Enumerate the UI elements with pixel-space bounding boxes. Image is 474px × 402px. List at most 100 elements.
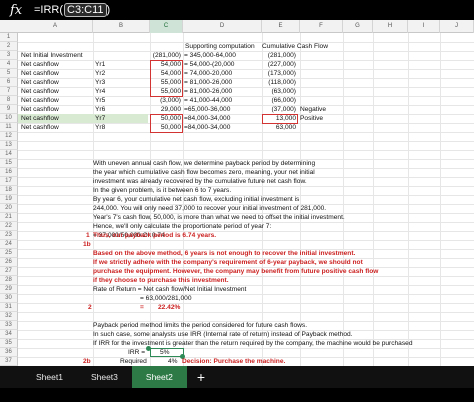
row-header-8[interactable]: 8 xyxy=(0,96,18,105)
row-header-33[interactable]: 33 xyxy=(0,321,18,330)
cell-a: Net cashflow xyxy=(21,61,59,68)
row-header-5[interactable]: 5 xyxy=(0,69,18,78)
cell-d: = 345,000-64,000 xyxy=(184,52,236,59)
function-icon: fx xyxy=(10,2,23,18)
row-header-6[interactable]: 6 xyxy=(0,78,18,87)
cell-a: Net cashflow xyxy=(21,79,59,86)
row-header-3[interactable]: 3 xyxy=(0,51,18,60)
column-header-j[interactable]: J xyxy=(440,20,474,33)
cell-d: =84,000-34,000 xyxy=(184,115,231,122)
row-header-27[interactable]: 27 xyxy=(0,267,18,276)
row-header-28[interactable]: 28 xyxy=(0,276,18,285)
cell-c: 29,000 xyxy=(160,106,181,113)
formula-suffix: ) xyxy=(106,4,111,16)
answer-1b-line: if they choose to purchase this investme… xyxy=(93,277,229,284)
cell-d: = 81,000-26,000 xyxy=(184,88,233,95)
answer-2b-number: 2b xyxy=(83,358,91,365)
row-header-37[interactable]: 37 xyxy=(0,357,18,366)
answer-1-number: 1 xyxy=(86,232,90,239)
irr-value: 5% xyxy=(160,349,170,356)
column-header-e[interactable]: E xyxy=(262,20,300,33)
gridline xyxy=(18,123,474,124)
formula-input[interactable]: =IRR( C3:C11 ) xyxy=(30,3,110,17)
row-header-15[interactable]: 15 xyxy=(0,159,18,168)
row-header-35[interactable]: 35 xyxy=(0,339,18,348)
row-header-21[interactable]: 21 xyxy=(0,213,18,222)
gridline xyxy=(18,303,474,304)
cell-e: (281,000) xyxy=(267,52,296,59)
answer-2-value: 22.42% xyxy=(158,304,181,311)
row-header-26[interactable]: 26 xyxy=(0,258,18,267)
row-header-7[interactable]: 7 xyxy=(0,87,18,96)
gridline xyxy=(343,33,344,366)
cell-b: Yr1 xyxy=(95,61,106,68)
cell-e: 63,000 xyxy=(275,124,296,131)
explanation-line: With uneven annual cash flow, we determi… xyxy=(93,160,316,167)
decision-text: Decision: Purchase the machine. xyxy=(182,358,286,365)
gridline xyxy=(18,51,474,52)
row-header-20[interactable]: 20 xyxy=(0,204,18,213)
cell-e: 13,000 xyxy=(275,115,296,122)
row-header-9[interactable]: 9 xyxy=(0,105,18,114)
column-header-i[interactable]: I xyxy=(408,20,440,33)
column-header-f[interactable]: F xyxy=(300,20,343,33)
row-header-31[interactable]: 31 xyxy=(0,303,18,312)
irr-label: IRR = xyxy=(128,349,146,356)
irr-text-line: Payback period method limits the period … xyxy=(93,322,308,329)
row-header-16[interactable]: 16 xyxy=(0,168,18,177)
row-header-11[interactable]: 11 xyxy=(0,123,18,132)
row-header-29[interactable]: 29 xyxy=(0,285,18,294)
row-header-14[interactable]: 14 xyxy=(0,150,18,159)
row-header-13[interactable]: 13 xyxy=(0,141,18,150)
row-header-22[interactable]: 22 xyxy=(0,222,18,231)
row-header-23[interactable]: 23 xyxy=(0,231,18,240)
gridline xyxy=(18,348,474,349)
cell-e: (173,000) xyxy=(267,70,296,77)
cell-c: 54,000 xyxy=(160,70,181,77)
cell-a: Net Initial Investment xyxy=(21,52,83,59)
row-header-1[interactable]: 1 xyxy=(0,33,18,42)
row-header-25[interactable]: 25 xyxy=(0,249,18,258)
cell-a: Net cashflow xyxy=(21,70,59,77)
gridline xyxy=(18,132,474,133)
formula-bar[interactable]: fx =IRR( C3:C11 ) xyxy=(0,0,474,20)
row-header-17[interactable]: 17 xyxy=(0,177,18,186)
row-header-10[interactable]: 10 xyxy=(0,114,18,123)
gridline xyxy=(373,33,374,366)
row-header-19[interactable]: 19 xyxy=(0,195,18,204)
ror-formula: Rate of Return = Net cash flow/Net Initi… xyxy=(93,286,247,293)
sheet-tab-sheet3[interactable]: Sheet3 xyxy=(77,366,132,388)
spreadsheet-grid[interactable]: ABCDEFGHIJ 1 2 3 4 5 6 7 8 9 10 11 12 13 14 15 16 17 18 19… xyxy=(0,20,474,366)
required-label: Required xyxy=(120,358,147,365)
cell-e: (37,000) xyxy=(271,106,296,113)
formula-range-ref[interactable]: C3:C11 xyxy=(64,3,107,17)
supporting-computation-header: Supporting computation xyxy=(185,43,255,50)
row-header-30[interactable]: 30 xyxy=(0,294,18,303)
row-header-18[interactable]: 18 xyxy=(0,186,18,195)
column-header-b[interactable]: B xyxy=(93,20,150,33)
add-sheet-button[interactable]: + xyxy=(187,366,215,388)
row-header-32[interactable]: 32 xyxy=(0,312,18,321)
gridline xyxy=(18,96,474,97)
irr-text-line: In such case, some analysts use IRR (Int… xyxy=(93,331,353,338)
row-header-12[interactable]: 12 xyxy=(0,132,18,141)
cell-a: Net cashflow xyxy=(21,124,59,131)
row-header-4[interactable]: 4 xyxy=(0,60,18,69)
cell-d: = 41,000-44,000 xyxy=(184,97,233,104)
column-header-g[interactable]: G xyxy=(343,20,373,33)
column-header-a[interactable]: A xyxy=(18,20,93,33)
row-header-36[interactable]: 36 xyxy=(0,348,18,357)
row-header-34[interactable]: 34 xyxy=(0,330,18,339)
answer-1b-line: If we strictly adhere with the company's… xyxy=(93,259,363,266)
column-header-d[interactable]: D xyxy=(183,20,262,33)
answer-1-text: Thus, our payback period is 6.74 years. xyxy=(93,232,217,239)
answer-1b-line: purchase the equipment. However, the com… xyxy=(93,268,379,275)
row-header-2[interactable]: 2 xyxy=(0,42,18,51)
explanation-line: 244,000. You will only need 37,000 to re… xyxy=(93,205,327,212)
sheet-tab-sheet1[interactable]: Sheet1 xyxy=(22,366,77,388)
gridline xyxy=(440,33,441,366)
sheet-tab-sheet2[interactable]: Sheet2 xyxy=(131,366,187,388)
row-header-24[interactable]: 24 xyxy=(0,240,18,249)
column-header-c[interactable]: C xyxy=(150,20,183,33)
column-header-h[interactable]: H xyxy=(373,20,408,33)
